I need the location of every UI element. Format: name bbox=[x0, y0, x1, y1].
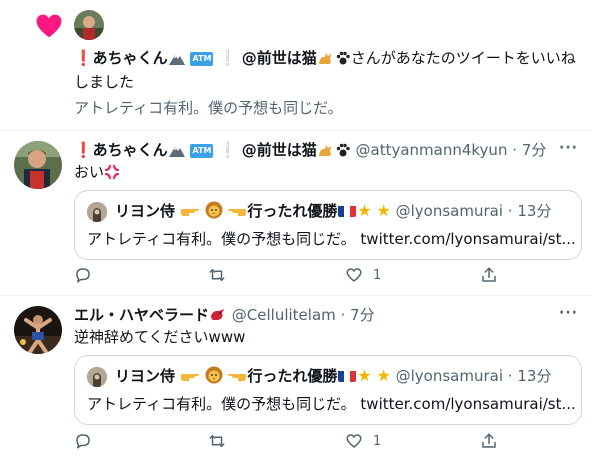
heart-icon bbox=[36, 14, 62, 38]
paw-icon bbox=[336, 51, 350, 65]
timestamp[interactable]: 7分 bbox=[350, 306, 375, 324]
name-suffix: ❕ bbox=[218, 141, 237, 159]
user-handle[interactable]: @Cellulitelam bbox=[232, 306, 336, 324]
like-icon bbox=[346, 434, 362, 448]
lion-icon bbox=[205, 201, 223, 219]
tweet-header: エル・ハヤベラード @Cellulitelam · 7分 bbox=[74, 305, 375, 325]
tweet-text: 逆神辞めてくださいwww bbox=[74, 328, 246, 346]
sender-name[interactable]: ❗あちゃくん bbox=[74, 49, 168, 67]
retweet-button[interactable] bbox=[208, 430, 226, 452]
display-name[interactable]: エル・ハヤベラード bbox=[74, 306, 209, 324]
timestamp[interactable]: 7分 bbox=[522, 141, 547, 159]
more-icon[interactable]: ··· bbox=[559, 140, 578, 156]
avatar[interactable] bbox=[87, 367, 107, 387]
action-text: さんがあなたのツイートをいいね bbox=[350, 49, 576, 67]
quote-text: アトレティコ有利。僕の予想も同じだ。 twitter.com/lyonsamur… bbox=[87, 230, 576, 248]
reply-button[interactable] bbox=[74, 264, 92, 286]
pointing-left-icon bbox=[228, 209, 247, 216]
pointing-left-icon bbox=[228, 374, 247, 381]
retweet-icon bbox=[209, 269, 225, 281]
more-icon[interactable]: ··· bbox=[559, 305, 578, 321]
share-icon bbox=[482, 267, 496, 282]
quote-timestamp[interactable]: 13分 bbox=[517, 202, 551, 220]
lion-icon bbox=[205, 366, 223, 384]
cat-icon bbox=[318, 145, 331, 156]
dot-separator: · bbox=[340, 306, 346, 324]
tweet-actions: 1 bbox=[74, 430, 544, 452]
pointing-right-icon bbox=[180, 209, 199, 216]
quote-display-name[interactable]: リヨン侍 bbox=[115, 202, 175, 220]
france-flag-icon bbox=[338, 204, 357, 217]
share-button[interactable] bbox=[480, 264, 498, 286]
anger-icon bbox=[104, 164, 120, 180]
mountain-icon bbox=[168, 55, 185, 65]
france-flag-icon bbox=[338, 369, 357, 382]
quote-display-name-tail: 行ったれ優勝 bbox=[247, 367, 338, 385]
bird-icon bbox=[211, 309, 225, 320]
atm-icon: ATM bbox=[190, 52, 214, 66]
reply-button[interactable] bbox=[74, 430, 92, 452]
display-name[interactable]: ❗あちゃくん bbox=[74, 141, 168, 159]
avatar[interactable] bbox=[87, 202, 107, 222]
tweet[interactable]: エル・ハヤベラード @Cellulitelam · 7分 ··· 逆神辞めてくだ… bbox=[0, 296, 592, 461]
tweet-body: おい bbox=[74, 163, 105, 181]
retweet-button[interactable] bbox=[208, 264, 226, 286]
reply-icon bbox=[76, 268, 90, 283]
tweet[interactable]: ❗あちゃくん ATM ❕ @前世は猫 @attyanmann4kyun · 7分… bbox=[0, 131, 592, 295]
star-icon: ★ bbox=[357, 366, 372, 385]
tweet-text: おい bbox=[74, 162, 120, 182]
user-handle[interactable]: @attyanmann4kyun bbox=[356, 141, 508, 159]
tweet-header: ❗あちゃくん ATM ❕ @前世は猫 @attyanmann4kyun · 7分 bbox=[74, 140, 546, 160]
star-icon: ★ bbox=[376, 366, 391, 385]
avatar[interactable] bbox=[14, 306, 62, 354]
avatar[interactable] bbox=[14, 141, 62, 189]
paw-icon bbox=[336, 143, 350, 157]
dot-separator: · bbox=[512, 141, 518, 159]
star-icon: ★ bbox=[357, 201, 372, 220]
share-button[interactable] bbox=[480, 430, 498, 452]
quoted-tweet[interactable]: リヨン侍 行ったれ優勝 ★ ★ @lyonsamurai · 13分 アトレティコ… bbox=[74, 190, 582, 260]
handle-mention[interactable]: @前世は猫 bbox=[242, 49, 317, 67]
like-count: 1 bbox=[373, 433, 382, 449]
tweet-preview[interactable]: アトレティコ有利。僕の予想も同じだ。 bbox=[74, 98, 343, 118]
action-text-continued: しました bbox=[74, 73, 135, 91]
quote-display-name-tail: 行ったれ優勝 bbox=[247, 202, 338, 220]
quote-header: リヨン侍 行ったれ優勝 ★ ★ @lyonsamurai · 13分 bbox=[115, 366, 551, 386]
quote-handle[interactable]: @lyonsamurai bbox=[396, 202, 503, 220]
reply-icon bbox=[76, 434, 90, 449]
cat-icon bbox=[318, 53, 331, 64]
dot-separator: · bbox=[507, 202, 513, 220]
share-icon bbox=[482, 433, 496, 448]
sender-suffix: ❕ bbox=[218, 49, 237, 67]
notification-text: ❗あちゃくん ATM ❕ @前世は猫 さんがあなたのツイートをいいね bbox=[74, 48, 576, 68]
pointing-right-icon bbox=[180, 374, 199, 381]
quote-header: リヨン侍 行ったれ優勝 ★ ★ @lyonsamurai · 13分 bbox=[115, 201, 551, 221]
quote-text: アトレティコ有利。僕の予想も同じだ。 twitter.com/lyonsamur… bbox=[87, 395, 576, 413]
retweet-icon bbox=[209, 435, 225, 447]
avatar[interactable] bbox=[74, 10, 104, 40]
display-name-tail[interactable]: @前世は猫 bbox=[242, 141, 317, 159]
like-button[interactable]: 1 bbox=[345, 430, 381, 452]
like-button[interactable]: 1 bbox=[345, 264, 381, 286]
mountain-icon bbox=[168, 147, 185, 157]
tweet-actions: 1 bbox=[74, 264, 544, 286]
atm-icon: ATM bbox=[190, 144, 214, 158]
quoted-tweet[interactable]: リヨン侍 行ったれ優勝 ★ ★ @lyonsamurai · 13分 アトレティコ… bbox=[74, 355, 582, 425]
like-count: 1 bbox=[373, 267, 382, 283]
quote-display-name[interactable]: リヨン侍 bbox=[115, 367, 175, 385]
dot-separator: · bbox=[507, 367, 513, 385]
quote-timestamp[interactable]: 13分 bbox=[517, 367, 551, 385]
like-notification[interactable]: ❗あちゃくん ATM ❕ @前世は猫 さんがあなたのツイートをいいね しました ア… bbox=[0, 0, 592, 130]
quote-handle[interactable]: @lyonsamurai bbox=[396, 367, 503, 385]
star-icon: ★ bbox=[376, 201, 391, 220]
like-icon bbox=[346, 268, 362, 282]
